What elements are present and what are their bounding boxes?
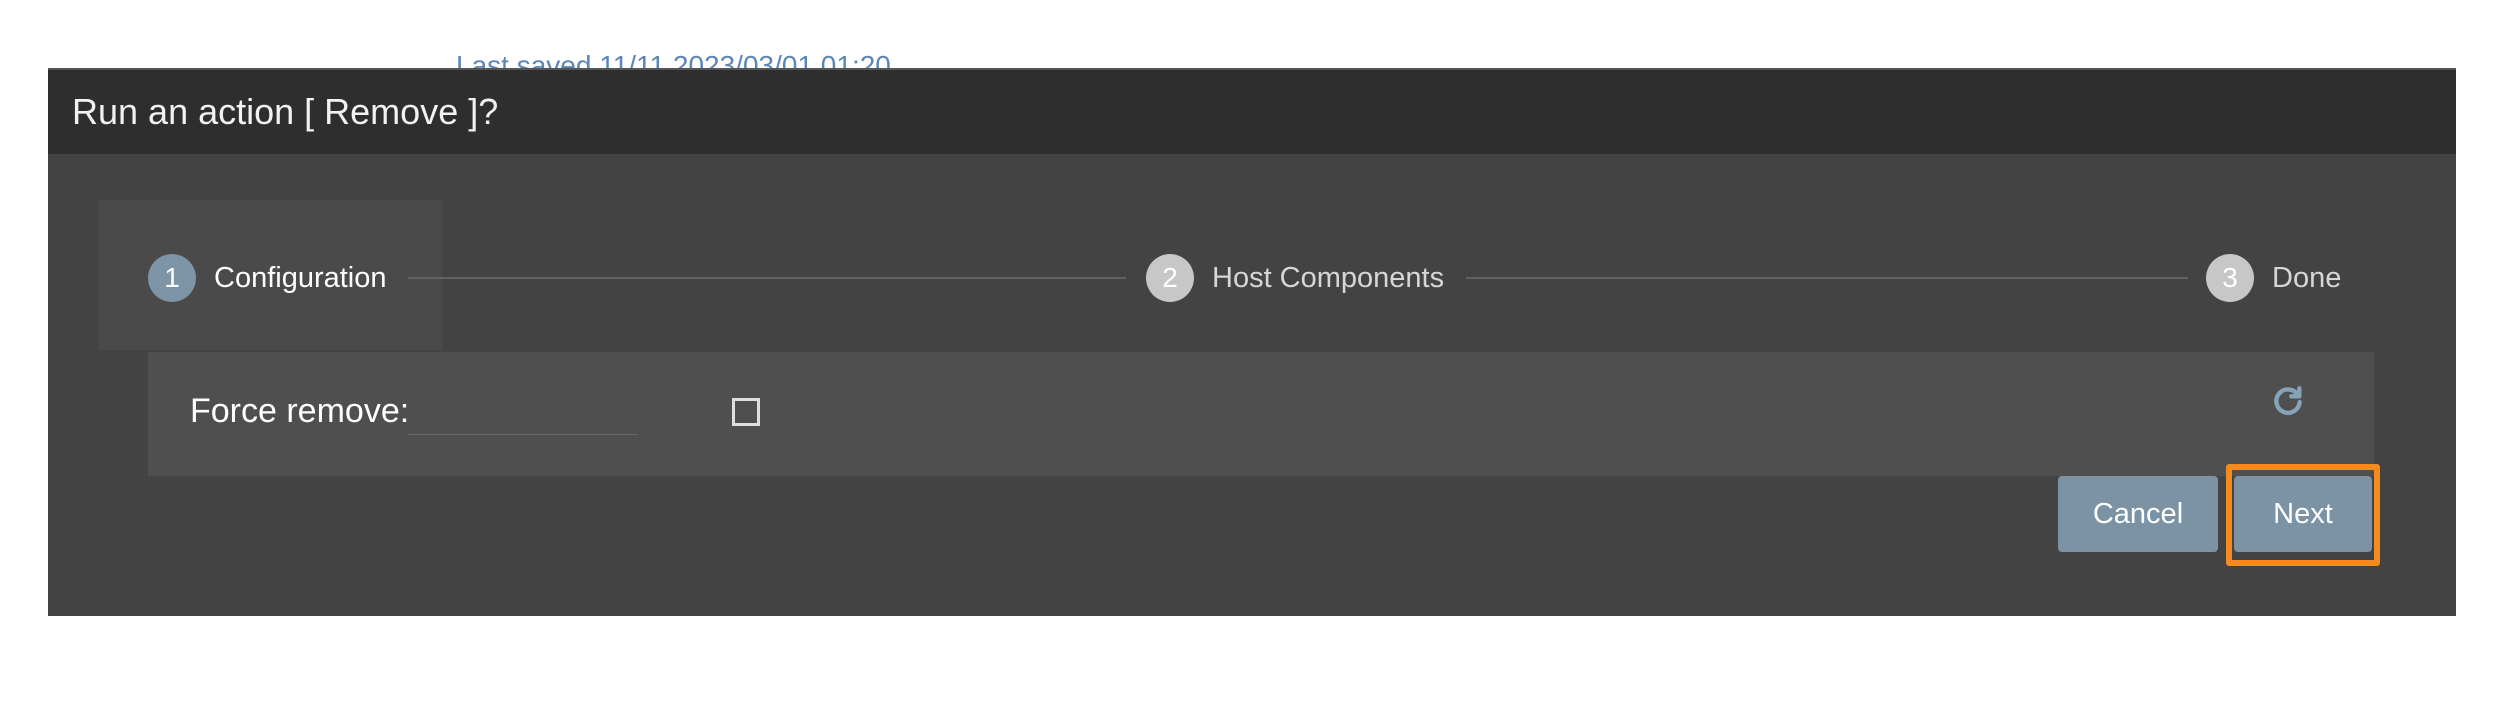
step-number: 2 <box>1146 254 1194 302</box>
step-configuration[interactable]: 1 Configuration <box>148 254 387 302</box>
cancel-button[interactable]: Cancel <box>2058 476 2218 552</box>
step-connector <box>1466 277 2188 279</box>
dialog-header: Run an action [ Remove ]? <box>48 70 2456 154</box>
step-label: Done <box>2272 261 2342 294</box>
step-label: Configuration <box>214 261 387 294</box>
configuration-panel: Force remove: <box>148 352 2374 476</box>
step-number: 1 <box>148 254 196 302</box>
action-dialog: Run an action [ Remove ]? 1 Configuratio… <box>48 68 2456 616</box>
force-remove-label: Force remove: <box>190 392 410 430</box>
step-host-components[interactable]: 2 Host Components <box>1146 254 1444 302</box>
step-connector <box>408 277 1126 279</box>
dialog-title: Run an action [ Remove ]? <box>72 91 499 132</box>
force-remove-checkbox[interactable] <box>732 398 760 426</box>
refresh-icon[interactable] <box>2266 380 2310 424</box>
next-button[interactable]: Next <box>2234 476 2372 552</box>
step-label: Host Components <box>1212 261 1445 294</box>
field-divider <box>408 434 638 435</box>
step-done[interactable]: 3 Done <box>2206 254 2341 302</box>
step-number: 3 <box>2206 254 2254 302</box>
